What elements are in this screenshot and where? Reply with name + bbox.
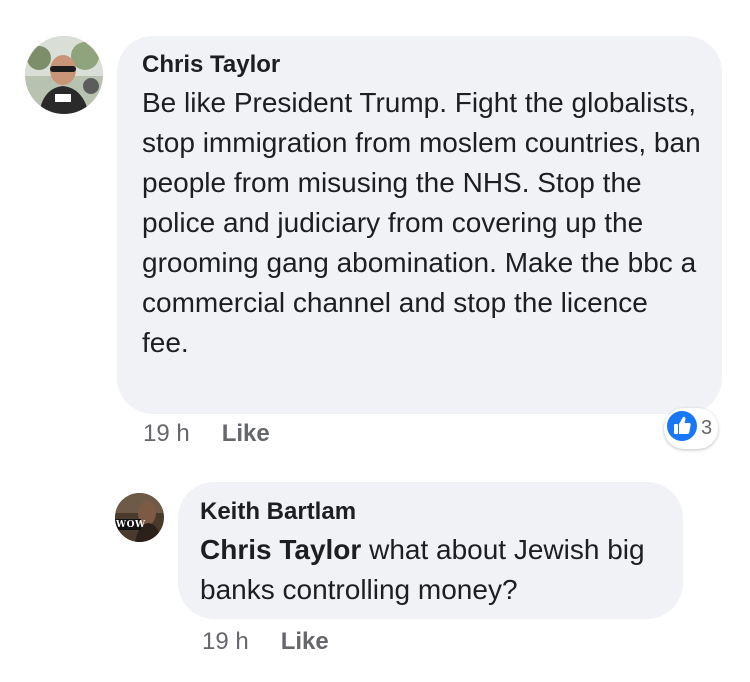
reply-bubble: Keith Bartlam Chris Taylor what about Je…: [178, 482, 683, 619]
commenter-avatar[interactable]: [25, 36, 103, 114]
comment-text: Be like President Trump. Fight the globa…: [142, 87, 701, 358]
profile-photo-image: [25, 36, 103, 114]
comment-actions: 19 h Like: [143, 420, 270, 448]
reaction-count: 3: [701, 417, 713, 439]
replier-avatar[interactable]: WOW: [115, 493, 164, 542]
like-button[interactable]: Like: [222, 420, 270, 448]
mention-link[interactable]: Chris Taylor: [200, 534, 361, 565]
reply-timestamp[interactable]: 19 h: [202, 628, 249, 656]
comment-bubble: Chris Taylor Be like President Trump. Fi…: [117, 36, 722, 414]
like-thumb-icon: [667, 411, 697, 446]
reply-like-button[interactable]: Like: [281, 628, 329, 656]
reaction-summary[interactable]: 3: [664, 408, 719, 449]
comment-timestamp[interactable]: 19 h: [143, 420, 190, 448]
reply-text: Chris Taylor what about Jewish big banks…: [200, 530, 670, 610]
profile-photo-image: [115, 493, 164, 542]
wow-logo: WOW: [116, 520, 146, 530]
reply-author-name[interactable]: Keith Bartlam: [200, 497, 663, 527]
comment-author-name[interactable]: Chris Taylor: [142, 50, 698, 80]
reply-actions: 19 h Like: [202, 628, 329, 656]
